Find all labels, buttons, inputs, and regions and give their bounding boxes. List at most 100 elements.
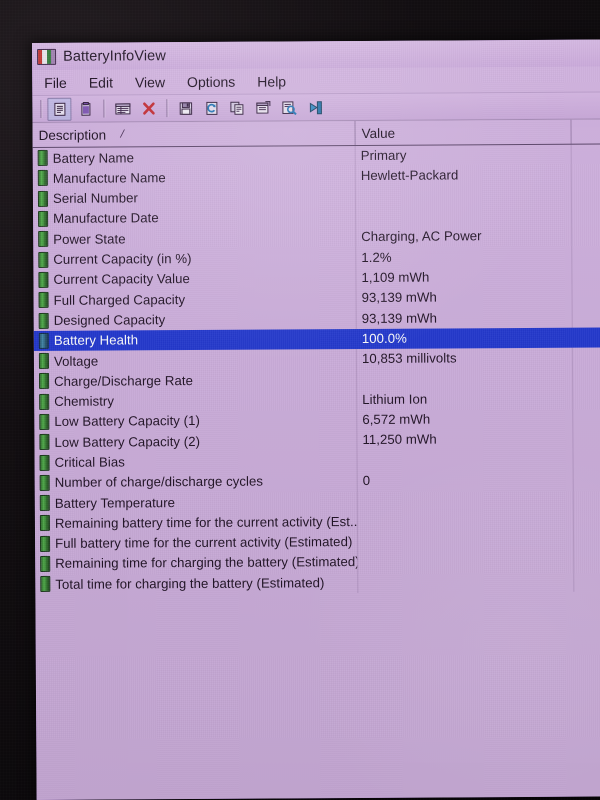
row-value-cell: [356, 378, 572, 379]
row-description-label: Battery Health: [53, 332, 139, 349]
row-description-cell: Remaining battery time for the current a…: [35, 514, 357, 532]
row-description-label: Designed Capacity: [53, 312, 166, 328]
row-description-label: Current Capacity (in %): [53, 251, 192, 267]
menu-options[interactable]: Options: [185, 72, 237, 90]
battery-icon: [38, 231, 49, 248]
row-value-cell: 100.0%: [356, 329, 572, 348]
menu-help[interactable]: Help: [255, 72, 288, 90]
row-description-cell: Voltage: [34, 351, 356, 370]
menu-file[interactable]: File: [42, 73, 69, 91]
photograph-of-monitor: BatteryInfoView File Edit View Options H…: [0, 0, 600, 800]
battery-icon: [38, 353, 49, 370]
menu-bar: File Edit View Options Help: [32, 66, 600, 96]
column-header-value-label: Value: [361, 125, 396, 141]
title-bar: BatteryInfoView: [32, 39, 600, 70]
battery-icon: [38, 332, 49, 349]
row-description-label: Total time for charging the battery (Est…: [55, 574, 325, 592]
copy-icon[interactable]: [225, 96, 249, 119]
row-description-label: Manufacture Date: [53, 210, 159, 227]
row-description-label: Remaining time for charging the battery …: [55, 554, 358, 572]
row-description-cell: Charge/Discharge Rate: [34, 371, 356, 390]
html-report-icon[interactable]: [110, 97, 134, 120]
properties-icon[interactable]: [251, 96, 275, 119]
column-header-value[interactable]: Value: [354, 119, 571, 146]
battery-icon: [38, 312, 49, 329]
row-description-cell: Power State: [33, 229, 355, 248]
column-header-description-label: Description: [38, 127, 107, 143]
battery-icon: [40, 535, 51, 552]
row-value-cell: [357, 500, 573, 501]
menu-edit[interactable]: Edit: [87, 73, 115, 91]
row-description-cell: Current Capacity (in %): [33, 250, 355, 268]
row-value-label: 1,109 mWh: [361, 269, 430, 285]
battery-icon: [39, 393, 50, 410]
row-value-label: 0: [362, 472, 371, 488]
row-value-label: 100.0%: [361, 330, 407, 346]
battery-icon: [38, 271, 49, 288]
battery-icon: [38, 292, 49, 309]
table-row[interactable]: Total time for charging the battery (Est…: [35, 571, 600, 595]
row-value-cell: [357, 581, 573, 582]
row-value-cell: 11,250 mWh: [356, 430, 572, 449]
row-value-label: Primary: [360, 147, 407, 164]
toolbar-separator: [103, 99, 105, 118]
row-description-cell: Battery Temperature: [35, 493, 357, 512]
battery-information-icon[interactable]: [47, 97, 72, 121]
monitor-screen: BatteryInfoView File Edit View Options H…: [32, 39, 600, 800]
battery-icon: [39, 413, 50, 430]
row-value-cell: [357, 459, 573, 460]
battery-log-icon[interactable]: [73, 97, 97, 120]
row-description-label: Manufacture Name: [52, 170, 166, 186]
save-floppy-icon[interactable]: [173, 96, 197, 119]
row-value-cell: 0: [357, 471, 573, 490]
row-value-label: 93,139 mWh: [361, 310, 437, 326]
row-value-label: 6,572 mWh: [362, 411, 431, 427]
refresh-icon[interactable]: [199, 96, 223, 119]
row-description-label: Full battery time for the current activi…: [55, 534, 353, 552]
toolbar-separator: [40, 99, 42, 118]
row-description-label: Serial Number: [52, 190, 138, 206]
row-description-cell: Manufacture Name: [33, 168, 355, 187]
row-description-label: Remaining battery time for the current a…: [54, 513, 357, 531]
row-value-cell: 1.2%: [355, 247, 571, 266]
row-description-cell: Serial Number: [33, 189, 355, 207]
row-description-label: Full Charged Capacity: [53, 291, 186, 308]
row-description-label: Battery Name: [52, 149, 134, 166]
row-value-label: 1.2%: [361, 249, 392, 265]
row-description-label: Current Capacity Value: [53, 271, 190, 288]
exit-icon[interactable]: [303, 96, 327, 119]
list-column-header: Description / Value: [32, 119, 600, 148]
row-description-label: Battery Temperature: [54, 494, 176, 511]
find-icon[interactable]: [277, 96, 301, 119]
column-header-spacer: [570, 119, 600, 144]
row-description-label: Critical Bias: [54, 454, 125, 470]
row-description-cell: Battery Health: [34, 331, 356, 349]
battery-icon: [37, 170, 48, 187]
battery-icon: [39, 495, 50, 512]
row-value-label: Lithium Ion: [362, 391, 428, 407]
row-value-cell: 6,572 mWh: [356, 410, 572, 429]
column-header-description[interactable]: Description /: [32, 121, 354, 147]
row-value-cell: [357, 540, 573, 541]
row-value-label: 11,250 mWh: [362, 431, 437, 448]
battery-icon: [39, 373, 50, 390]
toolbar-separator: [166, 99, 168, 118]
row-value-cell: [357, 520, 573, 521]
battery-icon: [39, 434, 50, 451]
battery-icon: [40, 555, 51, 573]
row-value-cell: [355, 195, 571, 196]
row-value-cell: 93,139 mWh: [356, 308, 572, 327]
battery-icon: [39, 515, 50, 532]
delete-red-x-icon[interactable]: [136, 97, 160, 120]
row-value-cell: 10,853 millivolts: [356, 349, 572, 368]
battery-icon: [37, 48, 57, 65]
battery-icon: [39, 474, 50, 491]
row-value-cell: 93,139 mWh: [356, 288, 572, 307]
battery-info-list[interactable]: Battery Name Primary Manufacture Name Hewle…: [33, 144, 600, 595]
row-description-cell: Total time for charging the battery (Est…: [35, 574, 357, 593]
row-description-label: Power State: [53, 231, 126, 247]
menu-view[interactable]: View: [133, 73, 167, 91]
row-description-cell: Battery Name: [33, 148, 355, 167]
row-value-label: 93,139 mWh: [361, 289, 437, 306]
row-description-cell: Full battery time for the current activi…: [35, 534, 357, 552]
